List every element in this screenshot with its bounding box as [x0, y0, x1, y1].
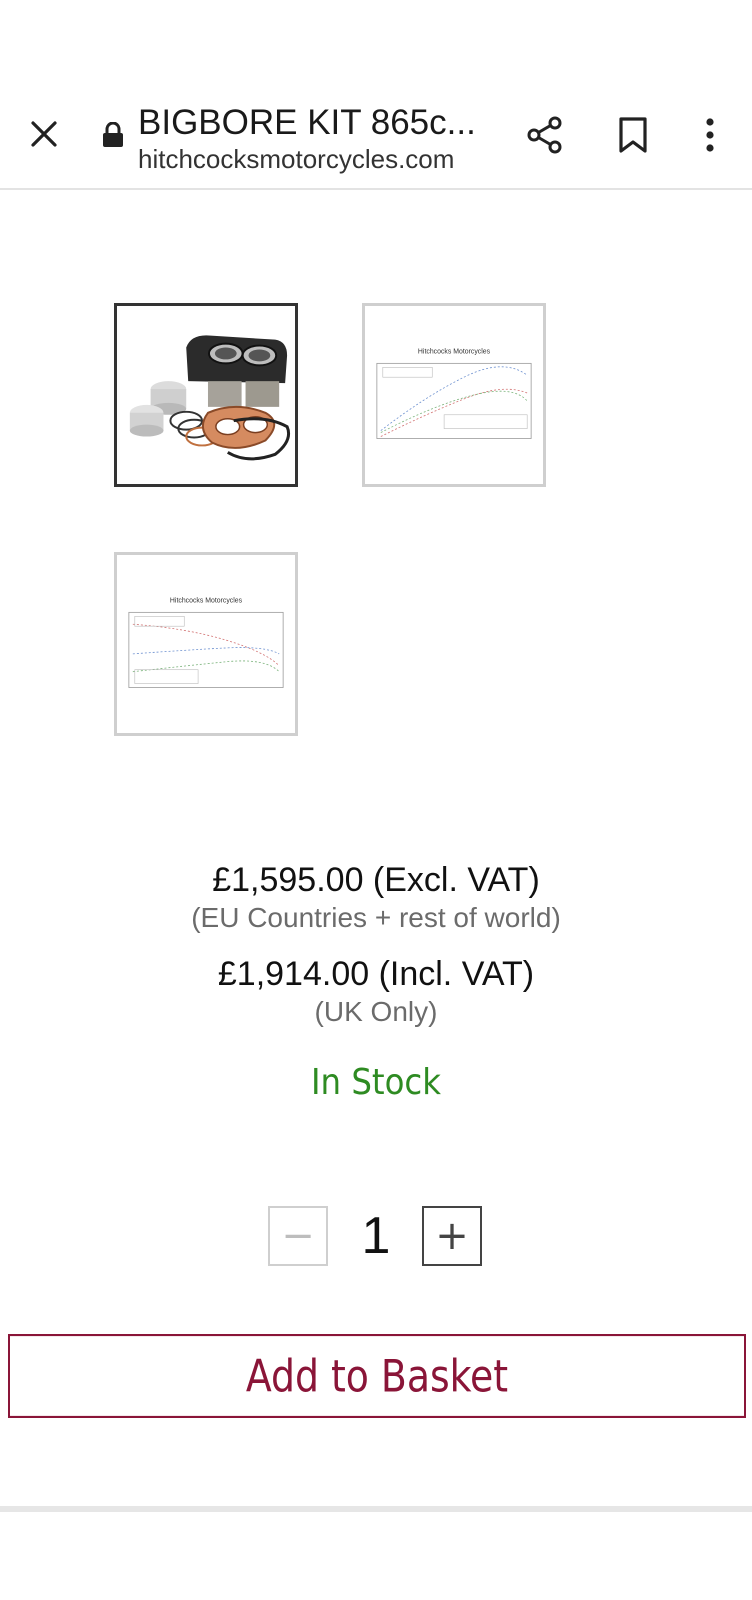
bookmark-icon	[619, 117, 647, 153]
bookmark-button[interactable]	[608, 110, 658, 160]
price-incl-note: (UK Only)	[314, 996, 438, 1027]
product-photo-thumb[interactable]	[114, 303, 298, 487]
address-bar[interactable]: BIGBORE KIT 865c... hitchcocksmotorcycle…	[138, 102, 498, 174]
price-excl-note: (EU Countries + rest of world)	[191, 902, 561, 933]
dyno-chart-image: Hitchcocks Motorcycles	[117, 555, 295, 733]
dyno-chart-image: Hitchcocks Motorcycles	[365, 306, 543, 484]
price-block: £1,595.00 (Excl. VAT) (EU Countries + re…	[0, 860, 752, 1030]
close-icon	[31, 121, 57, 147]
more-vert-icon	[706, 118, 714, 152]
plus-icon: +	[435, 1213, 469, 1259]
page-title: BIGBORE KIT 865c...	[138, 103, 476, 142]
quantity-value[interactable]: 1	[330, 1206, 422, 1266]
browser-toolbar: BIGBORE KIT 865c... hitchcocksmotorcycle…	[0, 84, 752, 190]
share-button[interactable]	[520, 110, 570, 160]
quantity-decrease-button[interactable]: −	[268, 1206, 328, 1266]
stock-status: In Stock	[311, 1062, 441, 1103]
minus-icon: −	[281, 1213, 315, 1259]
page-url: hitchcocksmotorcycles.com	[138, 144, 455, 174]
close-button[interactable]	[20, 110, 68, 158]
svg-text:Hitchcocks Motorcycles: Hitchcocks Motorcycles	[170, 597, 243, 604]
quantity-increase-button[interactable]: +	[422, 1206, 482, 1266]
svg-text:Hitchcocks Motorcycles: Hitchcocks Motorcycles	[418, 348, 491, 355]
divider	[0, 1506, 752, 1512]
dyno-chart-thumb-1[interactable]: Hitchcocks Motorcycles	[362, 303, 546, 487]
engine-kit-image	[117, 306, 295, 484]
share-icon	[527, 116, 562, 154]
more-options-button[interactable]	[690, 110, 730, 160]
add-to-basket-button[interactable]: Add to Basket	[8, 1334, 746, 1418]
lock-icon	[103, 122, 123, 147]
price-excl-vat: £1,595.00 (Excl. VAT)	[212, 861, 540, 899]
price-incl-vat: £1,914.00 (Incl. VAT)	[217, 955, 535, 993]
dyno-chart-thumb-2[interactable]: Hitchcocks Motorcycles	[114, 552, 298, 736]
